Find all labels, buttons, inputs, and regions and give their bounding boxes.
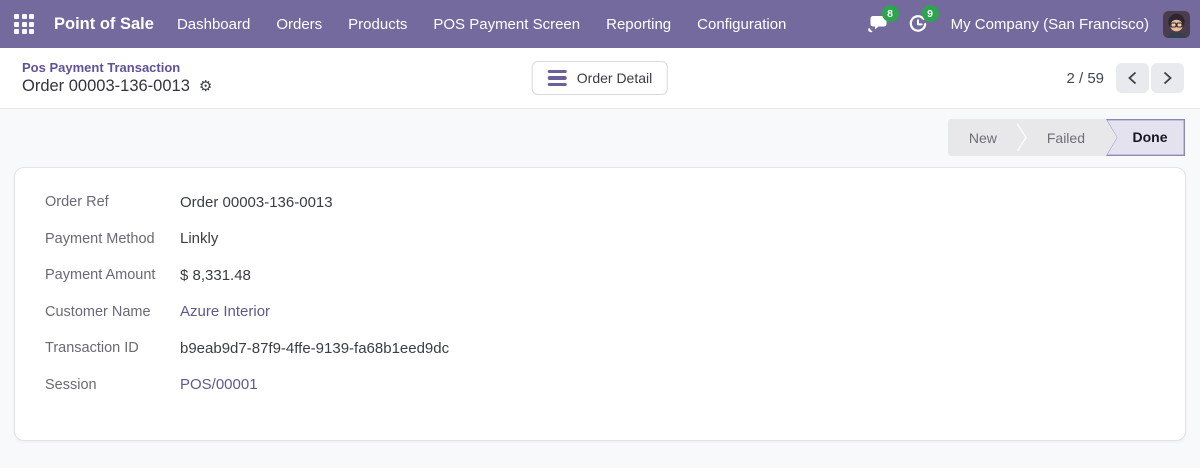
menu-reporting[interactable]: Reporting [593, 0, 684, 48]
stage-failed[interactable]: Failed [1026, 119, 1106, 156]
field-transaction-id: Transaction ID b9eab9d7-87f9-4ffe-9139-f… [45, 330, 1155, 367]
pager-previous-button[interactable] [1116, 63, 1149, 93]
stage-done[interactable]: Done [1106, 119, 1185, 156]
field-value: $ 8,331.48 [180, 266, 251, 284]
app-title[interactable]: Point of Sale [54, 15, 154, 34]
field-label: Session [45, 376, 97, 393]
stage-new[interactable]: New [948, 119, 1018, 156]
field-label: Order Ref [45, 194, 109, 211]
session-link[interactable]: POS/00001 [180, 376, 258, 393]
field-order-ref: Order Ref Order 00003-136-0013 [45, 184, 1155, 221]
control-panel: Pos Payment Transaction Order 00003-136-… [0, 48, 1200, 109]
systray: 8 9 My Company (San Francisco) [861, 5, 1200, 41]
user-avatar-image [1163, 10, 1190, 38]
customer-link[interactable]: Azure Interior [180, 303, 270, 320]
field-value: b9eab9d7-87f9-4ffe-9139-fa68b1eed9dc [180, 339, 450, 357]
user-avatar[interactable] [1163, 10, 1190, 38]
menu-configuration[interactable]: Configuration [684, 0, 799, 48]
field-label: Customer Name [45, 303, 151, 320]
activities-button[interactable]: 9 [901, 5, 939, 41]
menu-products[interactable]: Products [335, 0, 420, 48]
apps-grid-icon [14, 14, 34, 34]
breadcrumb-block: Pos Payment Transaction Order 00003-136-… [22, 60, 212, 96]
pager: 2 / 59 [1066, 63, 1184, 93]
stage-done-label: Done [1132, 129, 1168, 145]
statusbar-row: New Failed Done [0, 109, 1200, 156]
chevron-right-icon [1163, 71, 1172, 85]
menu-dashboard[interactable]: Dashboard [164, 0, 263, 48]
field-payment-method: Payment Method Linkly [45, 221, 1155, 258]
messages-badge: 8 [881, 5, 899, 22]
pager-next-button[interactable] [1151, 63, 1184, 93]
form-view: New Failed Done Order Ref Order 00003-13… [0, 109, 1200, 441]
apps-menu-button[interactable] [0, 0, 48, 48]
page-title: Order 00003-136-0013 [22, 77, 190, 95]
field-label: Transaction ID [45, 340, 139, 357]
field-value: Order 00003-136-0013 [180, 193, 333, 211]
messages-button[interactable]: 8 [861, 5, 899, 41]
field-session: Session POS/00001 [45, 367, 1155, 404]
company-switcher[interactable]: My Company (San Francisco) [951, 16, 1149, 33]
field-label: Payment Amount [45, 267, 156, 284]
activities-badge: 9 [921, 5, 939, 22]
pager-value: 2 / 59 [1066, 69, 1104, 87]
field-customer-name: Customer Name Azure Interior [45, 294, 1155, 331]
menu-orders[interactable]: Orders [263, 0, 335, 48]
chevron-left-icon [1128, 71, 1137, 85]
order-detail-label: Order Detail [576, 70, 653, 86]
order-detail-button[interactable]: Order Detail [531, 61, 669, 95]
menu-pos-payment-screen[interactable]: POS Payment Screen [420, 0, 593, 48]
field-payment-amount: Payment Amount $ 8,331.48 [45, 257, 1155, 294]
breadcrumb[interactable]: Pos Payment Transaction [22, 60, 212, 75]
top-navbar: Point of Sale Dashboard Orders Products … [0, 0, 1200, 48]
form-sheet: Order Ref Order 00003-136-0013 Payment M… [14, 167, 1186, 441]
hamburger-icon [547, 70, 567, 86]
field-value: Linkly [180, 230, 219, 248]
gear-icon[interactable]: ⚙︎ [199, 79, 212, 94]
main-menu: Dashboard Orders Products POS Payment Sc… [164, 0, 799, 48]
field-label: Payment Method [45, 230, 155, 247]
statusbar: New Failed Done [947, 119, 1185, 156]
